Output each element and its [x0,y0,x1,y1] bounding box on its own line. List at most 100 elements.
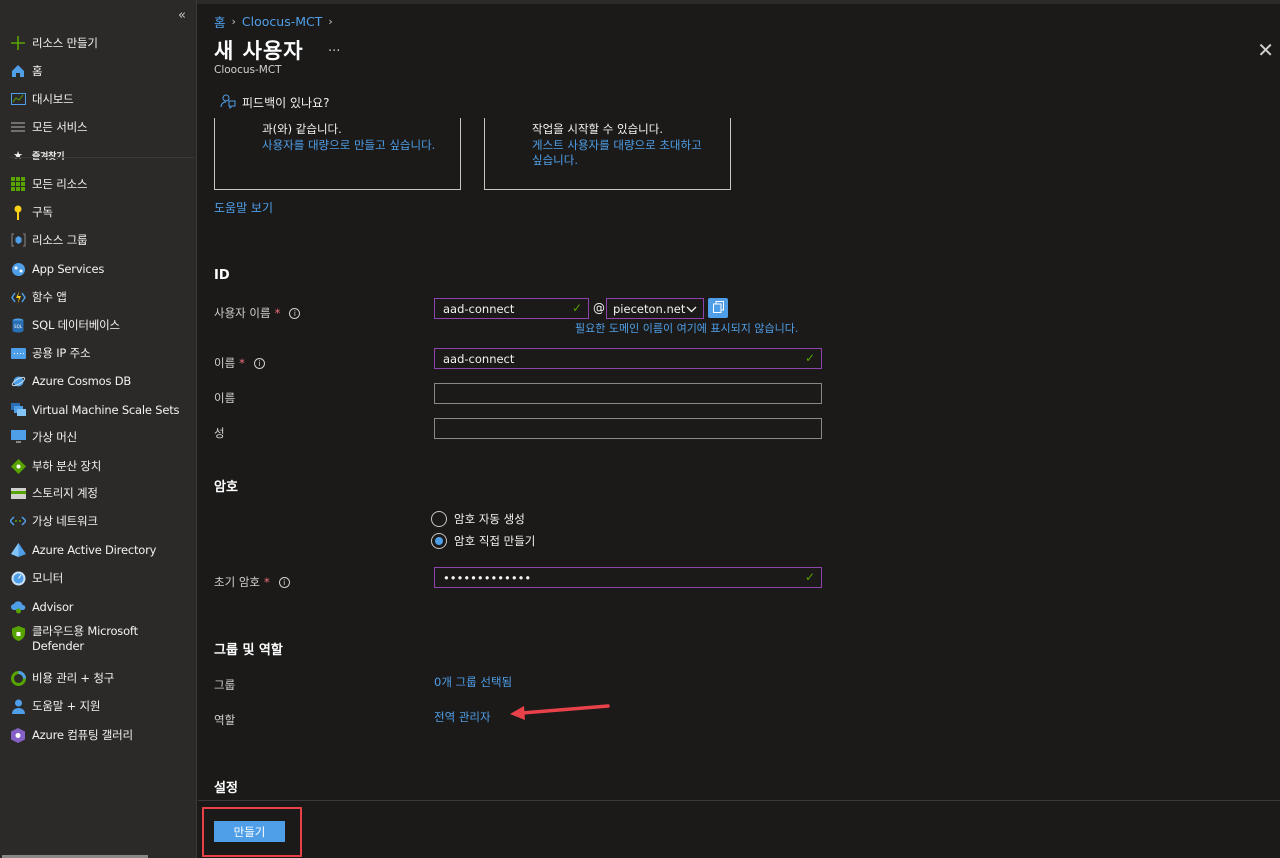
cost-icon [10,670,26,686]
last-name-input[interactable] [434,418,822,439]
sidebar-item-label: SQL 데이터베이스 [32,318,120,332]
sidebar-item-label: 대시보드 [32,92,74,106]
sql-icon: SQL [10,317,26,333]
sidebar-item-help-support[interactable]: 도움말 + 지원 [10,695,194,717]
sidebar-item-dashboard[interactable]: 대시보드 [10,88,194,110]
checkmark-icon: ✓ [804,351,815,365]
sidebar-item-sql-databases[interactable]: SQL SQL 데이터베이스 [10,314,194,336]
sidebar-item-all-resources[interactable]: 모든 리소스 [10,173,194,195]
sidebar-item-resource-groups[interactable]: 리소스 그룹 [10,229,194,251]
radio-circle-selected [431,533,447,549]
username-input[interactable]: aad-connect ✓ [434,298,589,319]
sidebar-item-advisor[interactable]: Advisor [10,596,194,618]
sidebar-item-app-services[interactable]: App Services [10,258,194,280]
required-marker: * [239,356,245,370]
sidebar-item-virtual-machines[interactable]: 가상 머신 [10,426,194,448]
domain-dropdown[interactable]: pieceton.net [606,298,704,319]
at-sign: @ [593,301,605,315]
sidebar-item-label: 스토리지 계정 [32,486,98,500]
create-button[interactable]: 만들기 [214,821,285,842]
auto-generate-password-radio[interactable]: 암호 자동 생성 [431,511,525,527]
password-section-title: 암호 [214,480,238,495]
first-name-input[interactable] [434,383,822,404]
feedback-icon [220,93,236,112]
sidebar-item-label: Azure Active Directory [32,543,157,557]
app-services-icon [10,261,26,277]
info-icon[interactable]: i [278,576,290,588]
advisor-icon [10,599,26,615]
public-ip-icon [10,345,26,361]
copy-button[interactable] [708,298,728,318]
sidebar-item-public-ip[interactable]: 공용 IP 주소 [10,342,194,364]
sidebar-item-cost-management[interactable]: 비용 관리 + 청구 [10,667,194,689]
grid-icon [10,176,26,192]
bulk-create-link[interactable]: 사용자를 대량으로 만들고 싶습니다. [262,138,442,153]
sidebar-item-label: Advisor [32,600,74,614]
username-value: aad-connect [443,301,515,316]
sidebar-item-home[interactable]: 홈 [10,60,194,82]
roles-selection-link[interactable]: 전역 관리자 [434,709,491,725]
form-content: 과(와) 같습니다. 사용자를 대량으로 만들고 싶습니다. 작업을 시작할 수… [198,118,1280,802]
sidebar-item-label: 도움말 + 지원 [32,699,101,713]
cosmos-icon [10,373,26,389]
sidebar-item-label: 홈 [32,64,43,78]
password-value: ••••••••••••• [443,570,532,585]
sidebar-item-compute-gallery[interactable]: Azure 컴퓨팅 갤러리 [10,724,194,746]
sidebar-item-function-apps[interactable]: 함수 앱 [10,286,194,308]
sidebar-item-cosmos-db[interactable]: Azure Cosmos DB [10,370,194,392]
sidebar-item-subscriptions[interactable]: 구독 [10,201,194,223]
sidebar-item-monitor[interactable]: 모니터 [10,567,194,589]
sidebar-item-create-resource[interactable]: 리소스 만들기 [10,32,194,54]
load-balancer-icon [10,458,26,474]
settings-section-title: 설정 [214,781,238,796]
groups-selection-link[interactable]: 0개 그룹 선택됨 [434,674,512,690]
sidebar-item-label: 모니터 [32,571,64,585]
breadcrumb-home-link[interactable]: 홈 [214,12,226,31]
breadcrumb-tenant-link[interactable]: Cloocus-MCT [242,14,322,29]
sidebar-item-label: 공용 IP 주소 [32,346,91,360]
create-password-radio[interactable]: 암호 직접 만들기 [431,533,535,549]
radio-label: 암호 직접 만들기 [454,534,536,548]
close-icon[interactable]: ✕ [1257,40,1274,60]
gallery-icon [10,727,26,743]
name-input[interactable]: aad-connect ✓ [434,348,822,369]
more-options-button[interactable]: ... [328,40,340,55]
info-icon[interactable]: i [253,357,265,369]
sidebar-item-label: 리소스 만들기 [32,36,98,50]
sidebar-item-load-balancers[interactable]: 부하 분산 장치 [10,455,194,477]
sidebar-item-storage-accounts[interactable]: 스토리지 계정 [10,482,194,504]
sidebar-item-azure-ad[interactable]: Azure Active Directory [10,539,194,561]
collapse-sidebar-button[interactable]: « [178,8,186,23]
help-link[interactable]: 도움말 보기 [214,199,273,216]
function-icon [10,289,26,305]
star-icon: ★ [13,148,23,162]
sidebar-item-label: Virtual Machine Scale Sets [32,403,180,417]
home-icon [10,63,26,79]
radio-label: 암호 자동 생성 [454,512,525,526]
info-icon[interactable]: i [289,307,301,319]
key-icon [10,204,26,220]
feedback-link[interactable]: 피드백이 있나요? [220,93,329,112]
domain-hint-link[interactable]: 필요한 도메인 이름이 여기에 표시되지 않습니다. [575,320,798,336]
name-value: aad-connect [443,351,515,366]
last-name-label: 성 [214,425,225,441]
sidebar-item-defender[interactable]: 클라우드용 Microsoft Defender [10,624,194,658]
card-text: 과(와) 같습니다. [262,122,342,136]
help-icon [10,698,26,714]
roles-label: 역할 [214,712,235,728]
feedback-label: 피드백이 있나요? [242,96,330,110]
initial-password-input[interactable]: ••••••••••••• ✓ [434,567,822,588]
required-marker: * [274,306,281,320]
first-name-label-text: 이름 [214,391,236,405]
groups-label: 그룹 [214,677,235,693]
sidebar-item-vmss[interactable]: Virtual Machine Scale Sets [10,399,194,421]
sidebar-item-virtual-networks[interactable]: 가상 네트워크 [10,510,194,532]
sidebar-item-label: 모든 리소스 [32,177,88,191]
bulk-invite-link[interactable]: 게스트 사용자를 대량으로 초대하고 싶습니다. [532,138,712,168]
create-user-option-card[interactable]: 과(와) 같습니다. 사용자를 대량으로 만들고 싶습니다. [214,118,461,190]
sidebar-item-label: 리소스 그룹 [32,233,88,247]
sidebar-item-label: 구독 [32,205,53,219]
invite-user-option-card[interactable]: 작업을 시작할 수 있습니다. 게스트 사용자를 대량으로 초대하고 싶습니다. [484,118,731,190]
sidebar-item-all-services[interactable]: 모든 서비스 [10,116,194,138]
initial-password-label: 초기 암호 * i [214,574,290,590]
